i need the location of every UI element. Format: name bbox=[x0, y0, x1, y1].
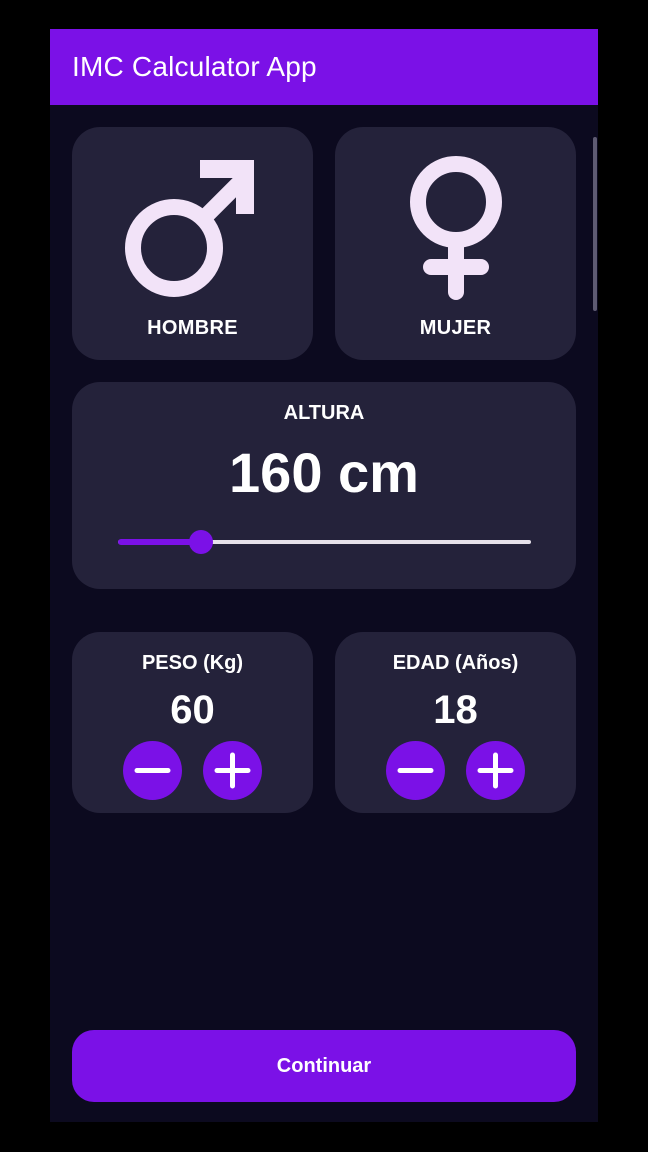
age-label: EDAD (Años) bbox=[392, 652, 519, 674]
gender-label-female: MUJER bbox=[419, 317, 492, 339]
app-screen: IMC Calculator App HOMBRE MUJER ALTURA 1… bbox=[50, 29, 598, 1122]
gender-card-female[interactable]: MUJER bbox=[335, 127, 576, 360]
height-slider[interactable] bbox=[118, 530, 531, 554]
gender-label-male: HOMBRE bbox=[147, 317, 238, 339]
height-value: 160 cm bbox=[229, 441, 419, 504]
scrollbar[interactable] bbox=[593, 137, 597, 311]
weight-label: PESO (Kg) bbox=[141, 652, 244, 674]
age-card: EDAD (Años) 18 bbox=[335, 632, 576, 813]
weight-minus-button[interactable] bbox=[123, 741, 182, 800]
plus-icon bbox=[477, 752, 514, 789]
app-bar: IMC Calculator App bbox=[50, 29, 598, 105]
age-minus-button[interactable] bbox=[386, 741, 445, 800]
age-value: 18 bbox=[433, 688, 478, 732]
weight-card: PESO (Kg) 60 bbox=[72, 632, 313, 813]
height-label: ALTURA bbox=[283, 402, 365, 424]
minus-icon bbox=[134, 768, 171, 773]
plus-icon bbox=[214, 752, 251, 789]
female-symbol-icon bbox=[409, 156, 502, 300]
minus-icon bbox=[397, 768, 434, 773]
male-symbol-icon bbox=[124, 160, 254, 297]
gender-card-male[interactable]: HOMBRE bbox=[72, 127, 313, 360]
slider-thumb[interactable] bbox=[188, 530, 213, 554]
weight-value: 60 bbox=[170, 688, 215, 732]
height-card: ALTURA 160 cm bbox=[72, 382, 576, 589]
weight-plus-button[interactable] bbox=[203, 741, 262, 800]
app-title: IMC Calculator App bbox=[72, 51, 317, 82]
continue-button[interactable]: Continuar bbox=[72, 1030, 576, 1102]
age-plus-button[interactable] bbox=[466, 741, 525, 800]
